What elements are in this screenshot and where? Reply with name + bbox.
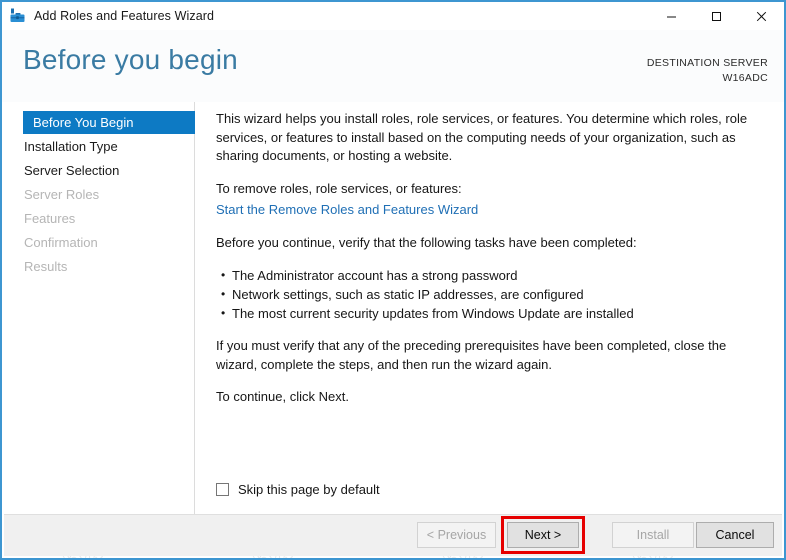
sidebar-item-server-selection[interactable]: Server Selection <box>2 159 194 182</box>
list-item: The most current security updates from W… <box>221 304 768 323</box>
close-icon[interactable] <box>739 2 784 30</box>
verify-intro-text: Before you continue, verify that the fol… <box>216 234 768 253</box>
list-item: Network settings, such as static IP addr… <box>221 285 768 304</box>
skip-page-label: Skip this page by default <box>238 482 380 497</box>
sidebar-item-installation-type[interactable]: Installation Type <box>2 135 194 158</box>
sidebar-item-results: Results <box>2 255 194 278</box>
next-button[interactable]: Next > <box>507 522 579 548</box>
sidebar-item-server-roles: Server Roles <box>2 183 194 206</box>
install-button: Install <box>612 522 694 548</box>
wizard-window: Add Roles and Features Wizard Before you… <box>0 0 786 560</box>
title-bar: Add Roles and Features Wizard <box>2 2 784 30</box>
intro-paragraph: This wizard helps you install roles, rol… <box>216 110 768 166</box>
window-title: Add Roles and Features Wizard <box>34 9 214 23</box>
destination-server-block: DESTINATION SERVER W16ADC <box>647 56 768 86</box>
page-title: Before you begin <box>23 44 238 76</box>
previous-button: < Previous <box>417 522 496 548</box>
minimize-icon[interactable] <box>649 2 694 30</box>
server-manager-icon <box>9 7 27 25</box>
remove-roles-wizard-link[interactable]: Start the Remove Roles and Features Wiza… <box>216 201 478 220</box>
remove-intro-text: To remove roles, role services, or featu… <box>216 180 768 199</box>
skip-page-row[interactable]: Skip this page by default <box>216 482 380 497</box>
sidebar-item-features: Features <box>2 207 194 230</box>
wizard-step-nav: Before You Begin Installation Type Serve… <box>2 102 195 514</box>
cancel-button[interactable]: Cancel <box>696 522 774 548</box>
maximize-icon[interactable] <box>694 2 739 30</box>
prerequisites-paragraph: If you must verify that any of the prece… <box>216 337 768 374</box>
sidebar-item-confirmation: Confirmation <box>2 231 194 254</box>
window-controls <box>649 2 784 30</box>
prerequisite-checklist: The Administrator account has a strong p… <box>216 266 768 323</box>
sidebar-item-before-you-begin[interactable]: Before You Begin <box>23 111 195 134</box>
wizard-content: This wizard helps you install roles, rol… <box>196 102 784 514</box>
destination-server-label: DESTINATION SERVER <box>647 56 768 71</box>
wizard-footer: < Previous Next > Install Cancel <box>4 514 782 556</box>
wizard-body: Before You Begin Installation Type Serve… <box>2 102 784 514</box>
continue-paragraph: To continue, click Next. <box>216 388 768 407</box>
list-item: The Administrator account has a strong p… <box>221 266 768 285</box>
skip-page-checkbox[interactable] <box>216 483 229 496</box>
destination-server-value: W16ADC <box>647 71 768 86</box>
page-header: Before you begin DESTINATION SERVER W16A… <box>2 30 784 102</box>
